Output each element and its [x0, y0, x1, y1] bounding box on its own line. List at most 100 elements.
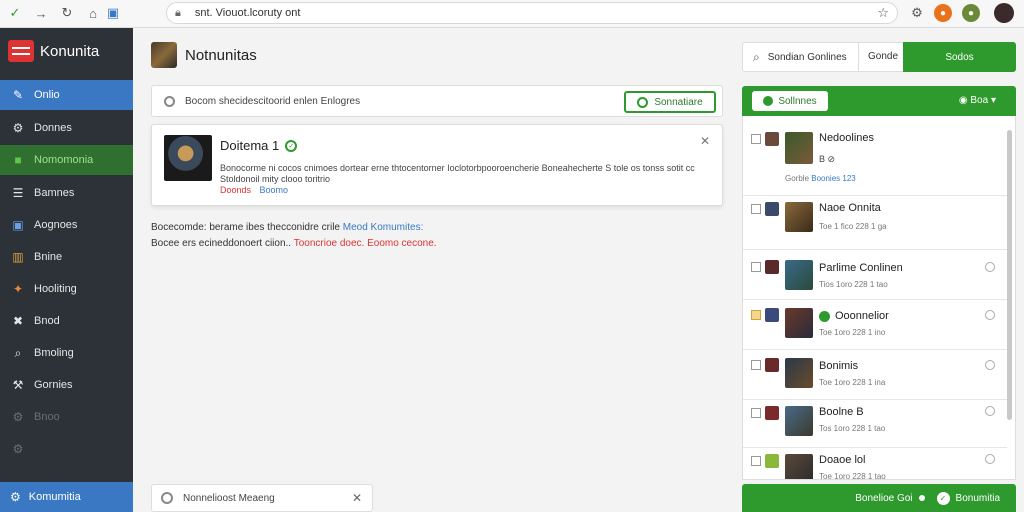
- checkbox[interactable]: [751, 134, 761, 144]
- info-icon[interactable]: [985, 406, 995, 416]
- sidebar-item-bamnes[interactable]: ☰ Bamnes: [0, 178, 133, 208]
- sidebar-item-label: Bnod: [34, 315, 60, 327]
- list-icon: ☰: [12, 186, 24, 200]
- home-icon[interactable]: ⌂: [84, 4, 102, 22]
- tab-pill-label: Sollnnes: [778, 95, 817, 107]
- right-search-bar[interactable]: ⌕ Sondian Gonlines Gonde Sodos: [742, 42, 1016, 72]
- item-thumbnail: [785, 358, 813, 388]
- sidebar-item-hooliting[interactable]: ✦ Hooliting: [0, 274, 133, 304]
- location-icon: [164, 95, 175, 107]
- info-icon[interactable]: [985, 310, 995, 320]
- sidebar-item-label: Hooliting: [34, 283, 77, 295]
- options-dropdown[interactable]: ◉ Boa ▾: [959, 95, 996, 106]
- logo-icon: [8, 40, 34, 62]
- item-meta-highlight[interactable]: Boonies 123: [811, 174, 855, 183]
- wrench-icon: ⚒: [12, 378, 24, 392]
- pencil-icon: ✎: [12, 88, 24, 102]
- info-line-2-text: Bocee ers ecineddonoert ciion..: [151, 238, 292, 249]
- card-body: Bonocorme ni cocos cnimoes dortear erne …: [220, 163, 695, 184]
- sidebar-bottom-item[interactable]: ⚙ Komumitia: [0, 482, 133, 512]
- sidebar-item-aognoes[interactable]: ▣ Aognoes: [0, 210, 133, 240]
- card-link-blue[interactable]: Boomo: [260, 185, 289, 195]
- app-logo[interactable]: Konunita: [8, 40, 99, 62]
- list-item[interactable]: Bonimis Toe 1oro 228 1 ina: [743, 350, 1007, 400]
- connect-button-label: Sonnatiare: [654, 96, 703, 108]
- tab-pill[interactable]: Sollnnes: [752, 91, 828, 111]
- list-item[interactable]: Parlime Conlinen Tios 1oro 228 1 tao: [743, 250, 1007, 300]
- close-icon[interactable]: ✕: [700, 134, 710, 148]
- item-small-icon: [765, 202, 779, 216]
- sidebar-item-bmoling[interactable]: ⌕ Bmoling: [0, 338, 133, 368]
- scrollbar[interactable]: [1007, 130, 1012, 420]
- main-search-text: Bocom shecidescitoorid enlen Enlogres: [185, 95, 361, 107]
- sidebar-item-bnoo[interactable]: ⚙ Bnoo: [0, 402, 133, 432]
- info-line-2: Bocee ers ecineddonoert ciion.. Tooncrio…: [151, 238, 437, 249]
- sidebar-item-onlio[interactable]: ✎ Onlio: [0, 80, 133, 110]
- info-icon[interactable]: [985, 360, 995, 370]
- separator-dot-icon: [918, 495, 925, 501]
- status-dot-icon: [763, 96, 774, 106]
- info-line-1-link[interactable]: Meod Komumites:: [343, 222, 424, 233]
- page-title-text: Notnunitas: [185, 46, 257, 64]
- tools-icon: ✖: [12, 314, 24, 328]
- sidebar-item-nomomonia[interactable]: ■ Nomomonia: [0, 145, 133, 175]
- extension-green-icon[interactable]: ✓: [6, 4, 24, 22]
- gear-icon: ⚙: [12, 442, 24, 456]
- extension-orange-icon[interactable]: ●: [934, 4, 952, 22]
- footer-right-label[interactable]: Bonumitia: [956, 493, 1000, 504]
- sidebar-item-bnod[interactable]: ✖ Bnod: [0, 306, 133, 336]
- list-item[interactable]: Doaoe lol Toe 1oro 228 1 tao: [743, 448, 1007, 479]
- item-small-icon: [765, 308, 779, 322]
- connect-button[interactable]: Sonnatiare: [624, 91, 716, 113]
- extension-profile-icon[interactable]: ●: [962, 4, 980, 22]
- search-icon: ⌕: [14, 345, 22, 360]
- list-item[interactable]: Ooonnelior Toe 1oro 228 1 ino: [743, 300, 1007, 350]
- check-circle-icon: [637, 96, 649, 108]
- sidebar-item-label: Donnes: [34, 122, 72, 134]
- footer-left-label[interactable]: Bonelioe Goi: [855, 493, 912, 504]
- user-avatar[interactable]: [994, 3, 1014, 23]
- close-icon[interactable]: ✕: [352, 491, 362, 505]
- checkbox[interactable]: [751, 310, 761, 320]
- list-item[interactable]: Nedoolines B ⊘ Gorble Boonies 123: [743, 116, 1007, 196]
- right-search-button[interactable]: Sodos: [903, 42, 1016, 72]
- right-search-filter[interactable]: Gonde: [868, 51, 898, 62]
- list-item[interactable]: Naoe Onnita Toe 1 fico 228 1 ga: [743, 196, 1007, 250]
- gear-icon: ⚙: [12, 410, 24, 424]
- sidebar-item-bnine[interactable]: ▥ Bnine: [0, 242, 133, 272]
- reload-icon[interactable]: ↻: [58, 4, 76, 22]
- star-icon[interactable]: ☆: [877, 5, 889, 21]
- item-name: Bonimis: [819, 360, 859, 372]
- bookmark-icon[interactable]: ▣: [104, 4, 122, 22]
- puzzle-icon: ✦: [12, 282, 24, 296]
- sidebar-item-extra[interactable]: ⚙: [0, 434, 133, 464]
- sidebar-item-donnes[interactable]: ⚙ Donnes: [0, 113, 133, 143]
- main-search-bar[interactable]: Bocom shecidescitoorid enlen Enlogres So…: [151, 85, 723, 117]
- item-small-icon: [765, 260, 779, 274]
- checkbox[interactable]: [751, 456, 761, 466]
- info-icon[interactable]: [985, 454, 995, 464]
- sidebar: Konunita ✎ Onlio ⚙ Donnes ■ Nomomonia ☰ …: [0, 28, 133, 512]
- info-line-2-alert[interactable]: Tooncrioe doec. Eoomo cecone.: [294, 238, 437, 249]
- address-bar[interactable]: 🔒︎ snt. Viouot.lcoruty ont ☆: [166, 2, 898, 24]
- info-line-1: Bocecomde: berame ibes thecconidre crile…: [151, 222, 423, 233]
- checkbox[interactable]: [751, 408, 761, 418]
- checkbox[interactable]: [751, 360, 761, 370]
- info-icon: [161, 492, 173, 504]
- info-icon[interactable]: [985, 262, 995, 272]
- card-link-red[interactable]: Doonds: [220, 185, 251, 195]
- checkbox[interactable]: [751, 204, 761, 214]
- gear-icon: ⚙: [12, 121, 24, 135]
- checkbox[interactable]: [751, 262, 761, 272]
- item-sub: B ⊘: [819, 154, 836, 164]
- item-sub: Toe 1oro 228 1 ina: [819, 378, 886, 387]
- list-item[interactable]: Boolne B Tos 1oro 228 1 tao: [743, 400, 1007, 448]
- sidebar-item-gornies[interactable]: ⚒ Gornies: [0, 370, 133, 400]
- chevron-down-icon: ▾: [990, 95, 996, 106]
- right-footer-bar[interactable]: Bonelioe Goi ✓ Bonumitia: [742, 484, 1016, 512]
- item-sub: Tos 1oro 228 1 tao: [819, 424, 886, 433]
- item-name: Parlime Conlinen: [819, 262, 903, 274]
- forward-icon[interactable]: →: [32, 4, 50, 22]
- extensions-icon[interactable]: ⚙: [908, 4, 926, 22]
- sidebar-item-label: Onlio: [34, 89, 60, 101]
